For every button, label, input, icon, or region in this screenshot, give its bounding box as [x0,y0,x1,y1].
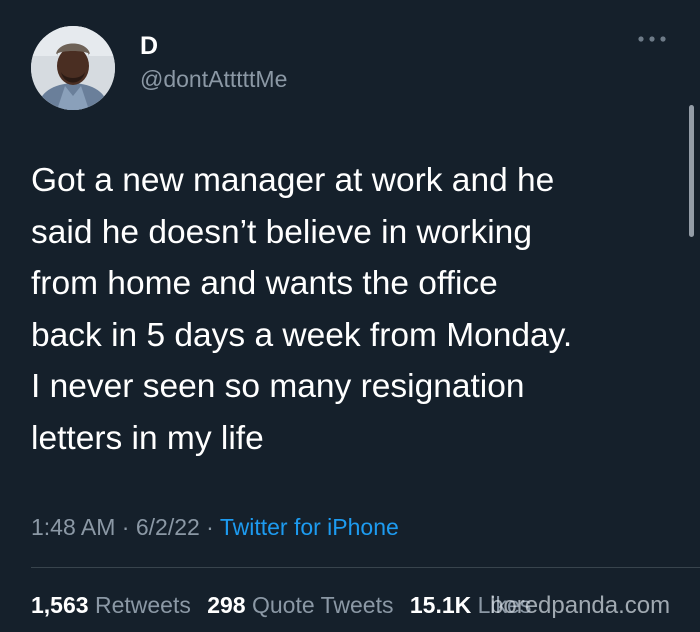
meta-separator: · [199,514,220,540]
user-handle[interactable]: @dontAtttttMe [140,64,287,94]
retweets-label: Retweets [94,592,191,618]
retweets-count: 1,563 [31,592,89,618]
tweet-date[interactable]: 6/2/22 [136,514,200,540]
avatar-photo [31,26,115,110]
quote-tweets-count: 298 [207,592,246,618]
likes-count: 15.1K [409,592,472,618]
quote-tweets-stat[interactable]: 298 Quote Tweets [207,592,393,618]
avatar[interactable] [31,26,115,110]
tweet-text: Got a new manager at work and he said he… [31,162,573,457]
divider [31,567,700,568]
meta-separator: · [115,514,136,540]
tweet-metadata: 1:48 AM · 6/2/22 · Twitter for iPhone [31,510,399,544]
tweet-source-link[interactable]: Twitter for iPhone [220,514,399,540]
tweet-stats: 1,563 Retweets 298 Quote Tweets 15.1K Li… [31,589,541,621]
watermark: boredpanda.com [490,592,671,619]
retweets-stat[interactable]: 1,563 Retweets [31,592,191,618]
display-name[interactable]: D [140,31,158,61]
scrollbar[interactable] [689,105,694,237]
tweet-time[interactable]: 1:48 AM [31,514,115,540]
quote-tweets-label: Quote Tweets [251,592,394,618]
more-horizontal-icon[interactable] [636,32,668,46]
